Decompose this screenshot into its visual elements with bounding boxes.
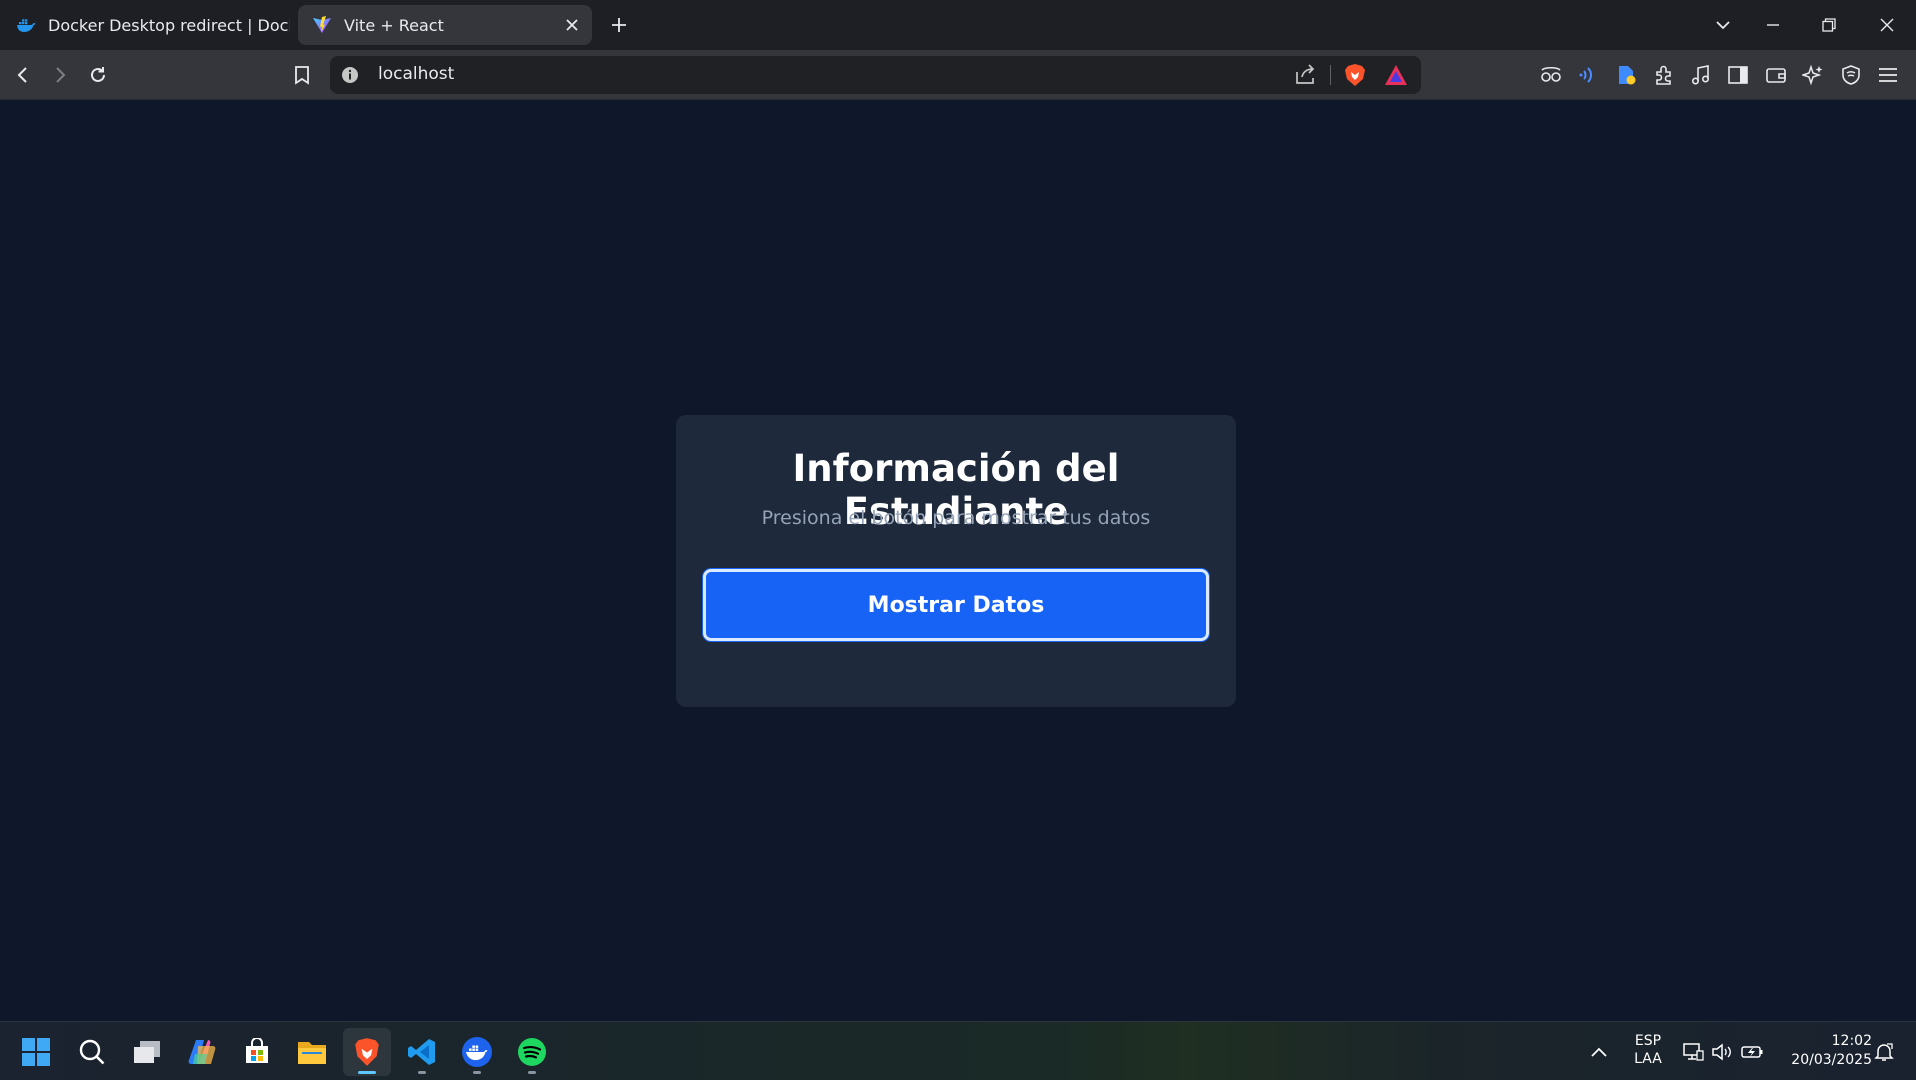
sidebar-toggle-icon[interactable]: [1725, 62, 1751, 88]
restore-icon[interactable]: [1815, 11, 1843, 39]
brave-browser-icon[interactable]: [343, 1028, 391, 1076]
task-view-icon[interactable]: [123, 1028, 171, 1076]
file-explorer-icon[interactable]: [288, 1028, 336, 1076]
student-info-card: Información del Estudiante Presiona el b…: [676, 415, 1236, 707]
input-language-indicator[interactable]: ESP LAA: [1628, 1032, 1668, 1068]
start-icon[interactable]: [12, 1028, 60, 1076]
clock[interactable]: 12:02 20/03/2025: [1772, 1032, 1872, 1070]
network-icon[interactable]: [1681, 1040, 1705, 1064]
show-hidden-icons-chevron-icon[interactable]: [1587, 1040, 1611, 1064]
new-tab-icon[interactable]: [606, 12, 632, 38]
time: 12:02: [1831, 1033, 1872, 1049]
tab-vite-react[interactable]: Vite + React: [298, 5, 592, 45]
running-indicator: [418, 1071, 426, 1074]
copilot-icon[interactable]: [178, 1028, 226, 1076]
keyboard-layout: LAA: [1634, 1051, 1662, 1067]
brave-rewards-icon[interactable]: [1383, 62, 1409, 88]
web-page: Información del Estudiante Presiona el b…: [0, 101, 1916, 1021]
windows-taskbar: ESP LAA 12:02 20/03/2025: [0, 1021, 1916, 1080]
language-code: ESP: [1634, 1033, 1662, 1049]
forward-icon[interactable]: [47, 62, 73, 88]
document-extension-icon[interactable]: [1613, 62, 1639, 88]
menu-icon[interactable]: [1875, 62, 1901, 88]
vscode-icon[interactable]: [398, 1028, 446, 1076]
docker-icon[interactable]: [453, 1028, 501, 1076]
tab-docker-desktop-redirect[interactable]: Docker Desktop redirect | Docker: [6, 5, 290, 45]
tab-title: Docker Desktop redirect | Docker: [48, 15, 290, 35]
reload-icon[interactable]: [85, 62, 111, 88]
minimize-icon[interactable]: [1759, 11, 1787, 39]
tab-search-chevron-icon[interactable]: [1709, 11, 1737, 39]
leo-ai-icon[interactable]: [1800, 62, 1826, 88]
extensions-puzzle-icon[interactable]: [1651, 62, 1677, 88]
active-indicator: [358, 1071, 376, 1074]
date: 20/03/2025: [1791, 1052, 1872, 1068]
back-icon[interactable]: [10, 62, 36, 88]
close-window-icon[interactable]: [1873, 11, 1901, 39]
tab-title: Vite + React: [344, 15, 444, 35]
vpn-shield-icon[interactable]: [1838, 62, 1864, 88]
separator: [1330, 65, 1331, 85]
running-indicator: [528, 1071, 536, 1074]
spotify-icon[interactable]: [508, 1028, 556, 1076]
battery-icon[interactable]: [1740, 1040, 1764, 1064]
bookmark-icon[interactable]: [289, 62, 315, 88]
notifications-icon[interactable]: [1872, 1040, 1896, 1064]
search-icon[interactable]: [68, 1028, 116, 1076]
media-music-icon[interactable]: [1688, 62, 1714, 88]
close-tab-icon[interactable]: [562, 15, 582, 35]
browser-tab-strip: Docker Desktop redirect | Docker Vite + …: [0, 0, 1916, 50]
address-bar[interactable]: localhost: [330, 56, 1421, 94]
site-info-icon[interactable]: [340, 65, 360, 85]
card-subtitle: Presiona el botón para mostrar tus datos: [761, 507, 1151, 529]
address-text[interactable]: localhost: [378, 64, 454, 84]
speech-extension-icon[interactable]: [1576, 62, 1602, 88]
share-icon[interactable]: [1294, 63, 1320, 87]
browser-toolbar: localhost: [0, 50, 1916, 100]
wallet-icon[interactable]: [1763, 62, 1789, 88]
vite-icon: [312, 15, 332, 35]
show-data-button[interactable]: Mostrar Datos: [703, 569, 1209, 641]
brave-shields-icon[interactable]: [1342, 62, 1368, 88]
volume-icon[interactable]: [1710, 1040, 1734, 1064]
running-indicator: [473, 1071, 481, 1074]
docker-icon: [16, 15, 36, 35]
glasses-extension-icon[interactable]: [1538, 62, 1564, 88]
microsoft-store-icon[interactable]: [233, 1028, 281, 1076]
